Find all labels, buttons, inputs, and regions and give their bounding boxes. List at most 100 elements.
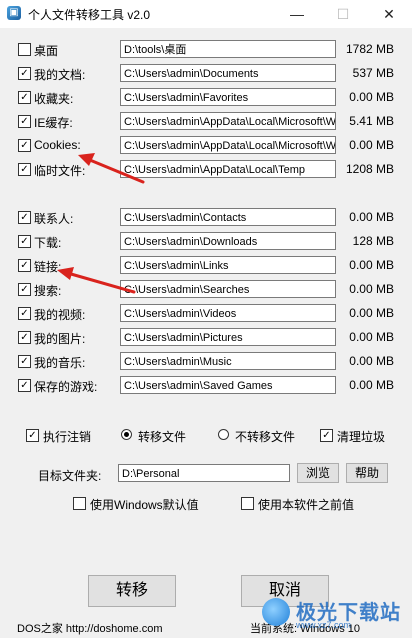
folder-path-input[interactable]: D:\tools\桌面 bbox=[120, 40, 336, 58]
folder-checkbox[interactable]: ✓ bbox=[18, 379, 31, 392]
minimize-button[interactable]: — bbox=[274, 0, 320, 28]
run-logoff-label: 执行注销 bbox=[43, 430, 92, 444]
folder-checkbox[interactable]: ✓ bbox=[18, 331, 31, 344]
folder-size: 537 MB bbox=[352, 66, 394, 80]
app-icon: ▣ bbox=[7, 6, 21, 20]
previous-values-checkbox[interactable] bbox=[241, 497, 254, 510]
previous-values-option[interactable]: 使用本软件之前值 bbox=[241, 494, 371, 512]
folder-checkbox[interactable]: ✓ bbox=[18, 259, 31, 272]
folder-label: 临时文件: bbox=[34, 164, 86, 178]
folder-path-input[interactable]: C:\Users\admin\AppData\Local\Microsoft\W bbox=[120, 112, 336, 130]
transfer-files-radio[interactable] bbox=[121, 429, 132, 440]
folder-label: Cookies: bbox=[34, 138, 81, 152]
folder-path-input[interactable]: C:\Users\admin\Favorites bbox=[120, 88, 336, 106]
transfer-files-option[interactable]: 转移文件 bbox=[121, 426, 211, 444]
folder-row: 桌面 D:\tools\桌面 1782 MB bbox=[0, 38, 412, 60]
folder-size: 0.00 MB bbox=[349, 378, 394, 392]
folder-label: 收藏夹: bbox=[34, 92, 74, 106]
clean-junk-checkbox[interactable]: ✓ bbox=[320, 429, 333, 442]
footer-site: DOS之家 http://doshome.com bbox=[17, 623, 163, 635]
windows-default-option[interactable]: 使用Windows默认值 bbox=[73, 494, 213, 512]
folder-path-input[interactable]: C:\Users\admin\AppData\Local\Microsoft\W bbox=[120, 136, 336, 154]
run-logoff-option[interactable]: ✓ 执行注销 bbox=[26, 426, 116, 444]
folder-checkbox[interactable]: ✓ bbox=[18, 91, 31, 104]
folder-row: ✓ 我的音乐: C:\Users\admin\Music 0.00 MB bbox=[0, 350, 412, 372]
folder-label: 我的图片: bbox=[34, 332, 86, 346]
folder-row: ✓ 临时文件: C:\Users\admin\AppData\Local\Temp 1… bbox=[0, 158, 412, 180]
clean-junk-label: 清理垃圾 bbox=[337, 430, 386, 444]
folder-path-input[interactable]: C:\Users\admin\Searches bbox=[120, 280, 336, 298]
folder-size: 0.00 MB bbox=[349, 258, 394, 272]
clean-junk-option[interactable]: ✓ 清理垃圾 bbox=[320, 426, 400, 444]
target-folder-input[interactable]: D:\Personal bbox=[118, 464, 290, 482]
folder-row: ✓ 我的文档: C:\Users\admin\Documents 537 MB bbox=[0, 62, 412, 84]
title-bar: ▣ 个人文件转移工具 v2.0 — ☐ ✕ bbox=[0, 0, 412, 28]
transfer-button[interactable]: 转移 bbox=[88, 575, 176, 607]
folder-path-input[interactable]: C:\Users\admin\Music bbox=[120, 352, 336, 370]
folder-label: 保存的游戏: bbox=[34, 380, 98, 394]
folder-path-input[interactable]: C:\Users\admin\Pictures bbox=[120, 328, 336, 346]
folder-size: 0.00 MB bbox=[349, 138, 394, 152]
folder-label: 链接: bbox=[34, 260, 62, 274]
folder-path-input[interactable]: C:\Users\admin\Saved Games bbox=[120, 376, 336, 394]
browse-button[interactable]: 浏览 bbox=[297, 463, 339, 483]
folder-row: ✓ 收藏夹: C:\Users\admin\Favorites 0.00 MB bbox=[0, 86, 412, 108]
watermark-url: www.xz7.com bbox=[296, 620, 352, 630]
target-folder-label: 目标文件夹: bbox=[38, 469, 102, 483]
no-transfer-option[interactable]: 不转移文件 bbox=[218, 426, 308, 444]
folder-row: ✓ 链接: C:\Users\admin\Links 0.00 MB bbox=[0, 254, 412, 276]
dialog-body: 桌面 D:\tools\桌面 1782 MB ✓ 我的文档: C:\Users\admin… bbox=[0, 28, 412, 638]
folder-size: 5.41 MB bbox=[349, 114, 394, 128]
windows-default-label: 使用Windows默认值 bbox=[90, 498, 199, 512]
folder-size: 0.00 MB bbox=[349, 330, 394, 344]
folder-row: ✓ 搜索: C:\Users\admin\Searches 0.00 MB bbox=[0, 278, 412, 300]
folder-checkbox[interactable]: ✓ bbox=[18, 67, 31, 80]
folder-size: 0.00 MB bbox=[349, 354, 394, 368]
folder-size: 128 MB bbox=[352, 234, 394, 248]
no-transfer-radio[interactable] bbox=[218, 429, 229, 440]
folder-row: ✓ IE缓存: C:\Users\admin\AppData\Local\Micro… bbox=[0, 110, 412, 132]
folder-size: 1208 MB bbox=[345, 162, 394, 176]
folder-checkbox[interactable]: ✓ bbox=[18, 283, 31, 296]
folder-checkbox[interactable]: ✓ bbox=[18, 139, 31, 152]
folder-label: 下载: bbox=[34, 236, 62, 250]
folder-label: IE缓存: bbox=[34, 116, 73, 130]
transfer-files-label: 转移文件 bbox=[138, 430, 187, 444]
folder-label: 搜索: bbox=[34, 284, 62, 298]
folder-checkbox[interactable]: ✓ bbox=[18, 355, 31, 368]
folder-row: ✓ 我的图片: C:\Users\admin\Pictures 0.00 MB bbox=[0, 326, 412, 348]
no-transfer-label: 不转移文件 bbox=[235, 430, 296, 444]
previous-values-label: 使用本软件之前值 bbox=[258, 498, 355, 512]
folder-size: 0.00 MB bbox=[349, 306, 394, 320]
folder-row: ✓ 联系人: C:\Users\admin\Contacts 0.00 MB bbox=[0, 206, 412, 228]
folder-size: 0.00 MB bbox=[349, 210, 394, 224]
folder-label: 我的音乐: bbox=[34, 356, 86, 370]
folder-checkbox[interactable]: ✓ bbox=[18, 307, 31, 320]
folder-label: 联系人: bbox=[34, 212, 74, 226]
folder-path-input[interactable]: C:\Users\admin\Videos bbox=[120, 304, 336, 322]
folder-row: ✓ 我的视频: C:\Users\admin\Videos 0.00 MB bbox=[0, 302, 412, 324]
folder-size: 0.00 MB bbox=[349, 90, 394, 104]
help-button[interactable]: 帮助 bbox=[346, 463, 388, 483]
folder-checkbox[interactable]: ✓ bbox=[18, 211, 31, 224]
folder-label: 我的视频: bbox=[34, 308, 86, 322]
folder-label: 桌面 bbox=[34, 44, 59, 58]
folder-path-input[interactable]: C:\Users\admin\Contacts bbox=[120, 208, 336, 226]
folder-checkbox[interactable]: ✓ bbox=[18, 163, 31, 176]
folder-path-input[interactable]: C:\Users\admin\Documents bbox=[120, 64, 336, 82]
folder-row: ✓ 保存的游戏: C:\Users\admin\Saved Games 0.00 MB bbox=[0, 374, 412, 396]
window-title: 个人文件转移工具 v2.0 bbox=[28, 8, 151, 22]
folder-checkbox[interactable] bbox=[18, 43, 31, 56]
windows-default-checkbox[interactable] bbox=[73, 497, 86, 510]
watermark-logo bbox=[262, 598, 290, 626]
folder-checkbox[interactable]: ✓ bbox=[18, 115, 31, 128]
run-logoff-checkbox[interactable]: ✓ bbox=[26, 429, 39, 442]
folder-size: 0.00 MB bbox=[349, 282, 394, 296]
folder-checkbox[interactable]: ✓ bbox=[18, 235, 31, 248]
folder-path-input[interactable]: C:\Users\admin\Downloads bbox=[120, 232, 336, 250]
folder-path-input[interactable]: C:\Users\admin\Links bbox=[120, 256, 336, 274]
folder-path-input[interactable]: C:\Users\admin\AppData\Local\Temp bbox=[120, 160, 336, 178]
folder-row: ✓ Cookies: C:\Users\admin\AppData\Local\Mi… bbox=[0, 134, 412, 156]
close-button[interactable]: ✕ bbox=[366, 0, 412, 28]
watermark: 极光下载站 www.xz7.com bbox=[252, 592, 412, 638]
